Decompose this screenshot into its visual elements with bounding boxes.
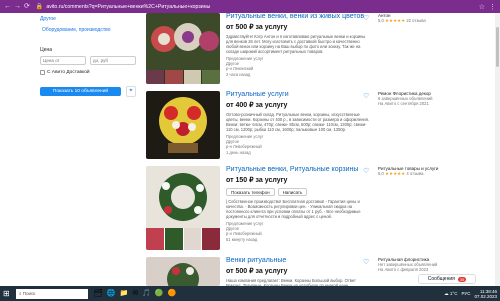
reload-icon[interactable]: ⟳ (24, 3, 30, 11)
os-taskbar: ⊞ ⌕ Поиск 🗂 🌐 📁 ✉ 🎵 🟢 🟠 ☁ 1°C РУС 11:38:… (0, 286, 500, 301)
seller-rating: 5,0 (378, 18, 384, 23)
seller-info: Ритуальная флористика Нет завершённых об… (378, 257, 468, 272)
listing-meta: Предложение услуг Другое р-н Ленинский 2… (226, 56, 264, 77)
listing-photo[interactable] (146, 257, 220, 286)
delivery-checkbox-label: С Авито Доставкой (47, 70, 90, 75)
chat-app-icon[interactable]: 🟢 (155, 290, 164, 298)
listing-price: от 400 ₽ за услугу (226, 102, 288, 109)
music-app-icon[interactable]: 🎵 (142, 290, 151, 298)
taskbar-apps: 🗂 🌐 📁 ✉ 🎵 🟢 🟠 (94, 290, 176, 298)
rating-stars-icon: ★★★★★ (385, 171, 406, 176)
listing-card: Венки ритуальные от 500 ₽ за услугу Наша… (146, 257, 446, 286)
listing-title[interactable]: Венки ритуальные (226, 257, 370, 265)
category-link-equipment[interactable]: Оборудование, производство (42, 27, 140, 33)
wreath-photo-icon (146, 166, 220, 228)
page-content: Другое Оборудование, производство Цена С… (0, 13, 500, 286)
tool-app-icon[interactable]: 🟠 (168, 290, 177, 298)
wreath-photo-icon (146, 13, 220, 70)
flower-basket-photo-icon (146, 91, 220, 159)
messages-button[interactable]: Сообщения 35 (418, 274, 476, 284)
forward-icon[interactable]: → (14, 3, 21, 11)
listing-price: от 150 ₽ за услугу (226, 177, 288, 184)
address-bar[interactable]: 🔒 avito.ru/comments?q=Ритуальные+венки%2… (36, 2, 479, 11)
listing-card: Ритуальные венки, Ритуальные корзины от … (146, 166, 446, 252)
seller-info: Ритуальные товары и услуги 5,0 ★★★★★ 4 о… (378, 166, 468, 176)
messages-count-badge: 35 (457, 276, 467, 282)
seller-reviews[interactable]: 4 отзыва (406, 171, 423, 176)
listing-price: от 500 ₽ за услугу (226, 24, 288, 31)
back-icon[interactable]: ← (4, 3, 11, 11)
bookmark-icon[interactable]: ☆ (479, 3, 485, 11)
seller-info: Ремон Флористика декор 6 завершённых объ… (378, 91, 468, 106)
rating-stars-icon: ★★★★★ (385, 18, 406, 23)
listing-photo[interactable] (146, 13, 220, 84)
favorite-heart-icon[interactable]: ♡ (363, 92, 369, 100)
page-scrollbar[interactable] (495, 13, 500, 286)
map-pin-icon[interactable]: ⌖ (126, 86, 136, 97)
listing-photo[interactable] (146, 166, 220, 250)
listing-title[interactable]: Ритуальные венки, венки из живых цветов (226, 13, 370, 21)
show-results-button[interactable]: Показать 10 объявлений (40, 87, 121, 96)
browser-app-icon[interactable]: 🌐 (107, 290, 116, 298)
listing-price: от 500 ₽ за услугу (226, 268, 288, 275)
write-message-button[interactable]: Написать (277, 188, 308, 196)
listing-photo[interactable] (146, 91, 220, 159)
wreath-photo-icon (146, 257, 220, 286)
browser-nav: ← → ⟳ (4, 3, 30, 11)
seller-info: Антон 5,0 ★★★★★ 22 отзыва (378, 13, 468, 23)
price-from-input[interactable] (40, 56, 86, 65)
clock[interactable]: 11:38:46 07.02.2023 (474, 289, 497, 299)
price-to-input[interactable] (90, 56, 136, 65)
lock-icon: 🔒 (35, 4, 44, 10)
listing-meta: Предложение услуг Другое р-н Левобережны… (226, 134, 264, 155)
taskview-icon[interactable]: 🗂 (94, 290, 103, 298)
delivery-checkbox-row[interactable]: С Авито Доставкой (40, 70, 140, 75)
favorite-heart-icon[interactable]: ♡ (363, 14, 369, 22)
menu-icon[interactable]: ⋮ (489, 3, 496, 11)
system-tray: ☁ 1°C РУС 11:38:46 07.02.2023 (444, 289, 497, 299)
listing-description: Оптово-розничный склад. Ритуальные венки… (226, 112, 370, 132)
weather-indicator[interactable]: ☁ 1°C (444, 291, 457, 297)
messages-label: Сообщения (427, 276, 455, 282)
favorite-heart-icon[interactable]: ♡ (363, 167, 369, 175)
taskbar-search-input[interactable]: ⌕ Поиск (16, 288, 88, 299)
favorite-heart-icon[interactable]: ♡ (363, 258, 369, 266)
mail-app-icon[interactable]: ✉ (132, 290, 138, 298)
listing-description: Наша компания предлагает: Венки. Корзины… (226, 278, 356, 286)
filter-sidebar: Другое Оборудование, производство Цена С… (40, 13, 140, 97)
listing-card: Ритуальные венки, венки из живых цветов … (146, 13, 446, 88)
seller-rating: 5,0 (378, 171, 384, 176)
category-link-other[interactable]: Другое (40, 16, 140, 22)
delivery-checkbox[interactable] (40, 70, 45, 75)
listing-card: Ритуальные услуги от 400 ₽ за услугу Опт… (146, 91, 446, 163)
show-phone-button[interactable]: Показать телефон (226, 188, 275, 196)
seller-reviews[interactable]: 22 отзыва (406, 18, 425, 23)
explorer-app-icon[interactable]: 📁 (120, 290, 129, 298)
listing-title[interactable]: Ритуальные услуги (226, 91, 370, 99)
windows-start-icon[interactable]: ⊞ (3, 289, 13, 298)
browser-toolbar: ← → ⟳ 🔒 avito.ru/comments?q=Ритуальные+в… (0, 0, 500, 13)
language-indicator[interactable]: РУС (461, 291, 470, 296)
url-text: avito.ru/comments?q=Ритуальные+венки%2C+… (46, 3, 211, 10)
listing-title[interactable]: Ритуальные венки, Ритуальные корзины (226, 166, 370, 174)
listing-description: | Собственное производство! Бесплатная д… (226, 199, 361, 219)
scrollbar-thumb[interactable] (496, 27, 499, 67)
listing-meta: Предложение услуг Другое р-н Левобережны… (226, 221, 264, 242)
price-label: Цена (40, 47, 53, 53)
listing-description: Здравствуйте! Кэтр Антон и я изготавлива… (226, 34, 366, 54)
